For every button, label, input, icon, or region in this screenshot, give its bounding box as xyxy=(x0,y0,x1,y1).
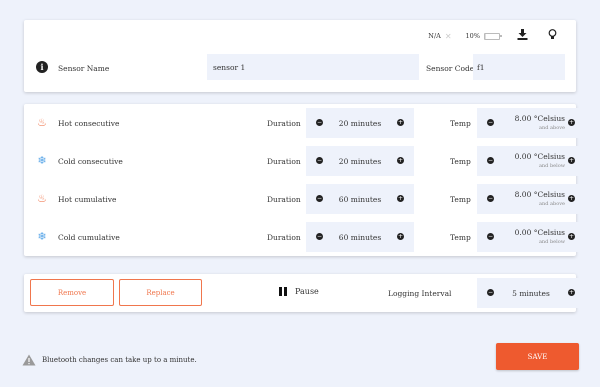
temp-stepper: − 0.00 °Celsius and below + xyxy=(477,146,585,176)
increase-icon[interactable]: + xyxy=(568,233,575,240)
temp-label: Temp xyxy=(450,233,471,242)
decrease-icon[interactable]: − xyxy=(487,157,494,164)
bluetooth-off-icon: ✕ xyxy=(444,31,452,41)
duration-label: Duration xyxy=(267,157,301,166)
alarm-name: Cold cumulative xyxy=(58,233,120,242)
pause-button[interactable]: Pause xyxy=(279,287,319,296)
remove-button[interactable]: Remove xyxy=(30,279,114,306)
sensor-code-input[interactable]: f1 xyxy=(473,54,565,80)
increase-icon[interactable]: + xyxy=(568,119,575,126)
alarm-name: Hot consecutive xyxy=(58,119,120,128)
sensor-code-label: Sensor Code xyxy=(426,64,475,73)
duration-value: 60 minutes xyxy=(338,233,382,242)
controls-card: Remove Replace Pause Logging Interval − … xyxy=(24,274,585,312)
temp-value: 8.00 °Celsius xyxy=(514,114,565,123)
alarm-row-cold-cumulative: ❄ Cold cumulative Duration − 60 minutes … xyxy=(24,218,585,256)
duration-stepper: − 20 minutes + xyxy=(306,108,414,138)
duration-value: 20 minutes xyxy=(338,119,382,128)
duration-stepper: − 20 minutes + xyxy=(306,146,414,176)
decrease-icon[interactable]: − xyxy=(316,119,323,126)
hot-icon: ♨ xyxy=(37,192,47,205)
footer-warning: Bluetooth changes can take up to a minut… xyxy=(22,354,197,366)
duration-label: Duration xyxy=(267,233,301,242)
sensor-card: N/A ✕ 10% i Sensor Name sensor 1 Sensor … xyxy=(24,20,576,92)
decrease-icon[interactable]: − xyxy=(487,289,494,296)
decrease-icon[interactable]: − xyxy=(487,233,494,240)
increase-icon[interactable]: + xyxy=(397,195,404,202)
temp-label: Temp xyxy=(450,119,471,128)
temp-qualifier: and below xyxy=(538,163,565,169)
increase-icon[interactable]: + xyxy=(397,119,404,126)
sensor-name-input[interactable]: sensor 1 xyxy=(207,54,419,80)
decrease-icon[interactable]: − xyxy=(487,119,494,126)
cold-icon: ❄ xyxy=(37,154,47,167)
save-button[interactable]: SAVE xyxy=(496,343,579,370)
increase-icon[interactable]: + xyxy=(568,195,575,202)
duration-label: Duration xyxy=(267,195,301,204)
decrease-icon[interactable]: − xyxy=(316,233,323,240)
increase-icon[interactable]: + xyxy=(568,157,575,164)
warning-icon xyxy=(22,354,36,366)
increase-icon[interactable]: + xyxy=(397,157,404,164)
cold-icon: ❄ xyxy=(37,230,47,243)
temp-label: Temp xyxy=(450,195,471,204)
warning-text: Bluetooth changes can take up to a minut… xyxy=(42,356,197,364)
alarm-name: Cold consecutive xyxy=(58,157,123,166)
increase-icon[interactable]: + xyxy=(397,233,404,240)
alarm-name: Hot cumulative xyxy=(58,195,117,204)
decrease-icon[interactable]: − xyxy=(316,195,323,202)
alarm-row-hot-consecutive: ♨ Hot consecutive Duration − 20 minutes … xyxy=(24,104,585,142)
sensor-name-label: Sensor Name xyxy=(58,64,110,73)
sensor-row: i Sensor Name sensor 1 Sensor Code f1 xyxy=(24,54,576,84)
alarm-row-hot-cumulative: ♨ Hot cumulative Duration − 60 minutes +… xyxy=(24,180,585,218)
logging-interval-value: 5 minutes xyxy=(512,289,550,298)
pause-label: Pause xyxy=(295,287,319,296)
temp-stepper: − 0.00 °Celsius and below + xyxy=(477,222,585,252)
temp-stepper: − 8.00 °Celsius and above + xyxy=(477,108,585,138)
battery-icon xyxy=(484,32,502,40)
info-icon: i xyxy=(36,61,48,73)
temp-value: 0.00 °Celsius xyxy=(514,152,565,161)
alarm-row-cold-consecutive: ❄ Cold consecutive Duration − 20 minutes… xyxy=(24,142,585,180)
signal-status: N/A ✕ xyxy=(428,32,451,41)
temp-qualifier: and above xyxy=(539,125,565,131)
increase-icon[interactable]: + xyxy=(568,289,575,296)
temp-value: 0.00 °Celsius xyxy=(514,228,565,237)
decrease-icon[interactable]: − xyxy=(316,157,323,164)
duration-stepper: − 60 minutes + xyxy=(306,222,414,252)
replace-button[interactable]: Replace xyxy=(119,279,202,306)
status-bar: N/A ✕ 10% xyxy=(24,20,576,52)
temp-value: 8.00 °Celsius xyxy=(514,190,565,199)
temp-label: Temp xyxy=(450,157,471,166)
battery-text: 10% xyxy=(465,32,480,40)
lightbulb-icon[interactable] xyxy=(544,29,560,43)
duration-stepper: − 60 minutes + xyxy=(306,184,414,214)
hot-icon: ♨ xyxy=(37,116,47,129)
alarm-card: ♨ Hot consecutive Duration − 20 minutes … xyxy=(24,104,585,256)
temp-qualifier: and below xyxy=(538,239,565,245)
download-icon[interactable] xyxy=(514,29,530,43)
decrease-icon[interactable]: − xyxy=(487,195,494,202)
duration-value: 60 minutes xyxy=(338,195,382,204)
signal-text: N/A xyxy=(428,32,441,40)
logging-interval-stepper: − 5 minutes + xyxy=(477,278,585,308)
duration-label: Duration xyxy=(267,119,301,128)
pause-icon xyxy=(279,287,287,296)
logging-interval-label: Logging Interval xyxy=(388,289,452,298)
battery-status: 10% xyxy=(465,32,502,40)
temp-stepper: − 8.00 °Celsius and above + xyxy=(477,184,585,214)
temp-qualifier: and above xyxy=(539,201,565,207)
duration-value: 20 minutes xyxy=(338,157,382,166)
